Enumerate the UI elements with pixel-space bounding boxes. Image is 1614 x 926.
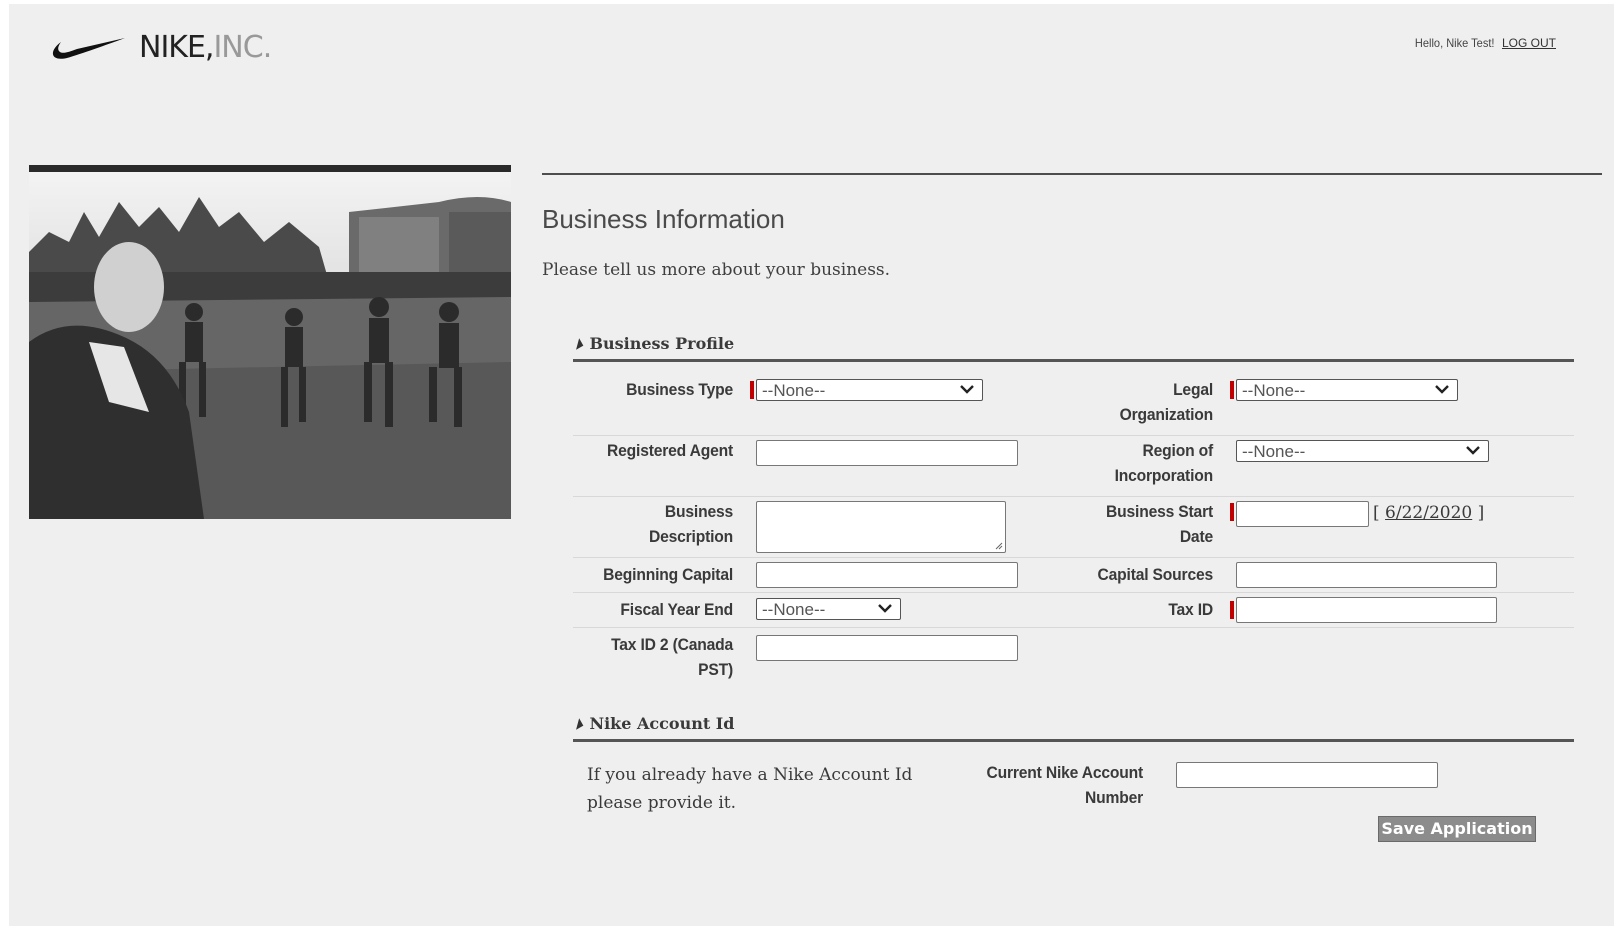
page-background: NIKE,INC. Hello, Nike Test! LOG OUT Busi… (9, 4, 1614, 926)
form-row: Fiscal Year End --None-- Tax ID (573, 593, 1574, 628)
top-divider (542, 173, 1602, 175)
section-divider (573, 739, 1574, 742)
chevron-down-icon (1466, 446, 1480, 455)
current-nike-account-number-label: Current Nike Account Number (986, 763, 1143, 807)
capital-sources-label: Capital Sources (1097, 565, 1214, 584)
form-row: Registered Agent Region of Incorporation… (573, 436, 1574, 497)
today-date-link[interactable]: [ 6/22/2020 ] (1373, 503, 1484, 523)
required-marker (1230, 381, 1234, 399)
logout-link[interactable]: LOG OUT (1502, 36, 1556, 50)
required-marker (1230, 601, 1234, 619)
region-of-incorporation-select[interactable]: --None-- (1236, 440, 1489, 462)
registered-agent-input[interactable] (756, 440, 1018, 466)
brand-name: NIKE,INC. (139, 30, 272, 65)
nike-logo[interactable]: NIKE,INC. (51, 30, 272, 65)
hero-top-bar (29, 165, 511, 172)
beginning-capital-label: Beginning Capital (603, 565, 733, 584)
collapse-triangle-icon[interactable]: ◢ (570, 336, 584, 351)
required-marker (1230, 503, 1234, 521)
section-divider (573, 359, 1574, 362)
tax-id-2-input[interactable] (756, 635, 1018, 661)
resize-grip-icon[interactable] (994, 541, 1003, 550)
form-row: Tax ID 2 (Canada PST) (573, 628, 1574, 688)
swoosh-icon (52, 37, 125, 59)
form-row: Beginning Capital Capital Sources (573, 558, 1574, 593)
registered-agent-label: Registered Agent (607, 441, 733, 460)
section-nike-account-id[interactable]: ◢ Nike Account Id (570, 714, 735, 733)
section-title: Business Profile (589, 334, 735, 353)
greeting: Hello, Nike Test! (1414, 36, 1494, 50)
chevron-down-icon (1435, 385, 1449, 394)
collapse-triangle-icon[interactable]: ◢ (570, 716, 584, 731)
business-type-select[interactable]: --None-- (756, 379, 983, 401)
section-title: Nike Account Id (589, 714, 735, 733)
business-description-textarea[interactable] (756, 501, 1006, 553)
chevron-down-icon (878, 604, 892, 613)
region-of-incorporation-label: Region of Incorporation (1114, 441, 1214, 485)
form-row: Business Type --None-- Legal Organizatio… (573, 375, 1574, 436)
current-nike-account-number-input[interactable] (1176, 762, 1438, 788)
business-type-label: Business Type (626, 380, 733, 399)
tax-id-label: Tax ID (1168, 600, 1213, 619)
user-area: Hello, Nike Test! LOG OUT (1408, 36, 1556, 50)
page-title: Business Information (542, 204, 785, 234)
business-description-label: Business Description (648, 502, 733, 546)
account-id-note: If you already have a Nike Account Id pl… (587, 765, 913, 813)
capital-sources-input[interactable] (1236, 562, 1497, 588)
tax-id-2-label: Tax ID 2 (Canada PST) (611, 635, 733, 679)
save-application-button[interactable]: Save Application (1378, 816, 1536, 842)
legal-organization-label: Legal Organization (1119, 380, 1214, 424)
business-start-date-label: Business Start Date (1106, 502, 1213, 546)
tax-id-input[interactable] (1236, 597, 1497, 623)
hero-photo (29, 172, 511, 519)
fiscal-year-end-select[interactable]: --None-- (756, 598, 901, 620)
beginning-capital-input[interactable] (756, 562, 1018, 588)
chevron-down-icon (960, 385, 974, 394)
required-marker (750, 381, 754, 399)
section-business-profile[interactable]: ◢ Business Profile (570, 334, 735, 353)
form-row: Business Description Business Start Date… (573, 497, 1574, 558)
fiscal-year-end-label: Fiscal Year End (620, 600, 733, 619)
page-subtitle: Please tell us more about your business. (542, 260, 891, 280)
business-start-date-input[interactable] (1236, 501, 1369, 527)
legal-organization-select[interactable]: --None-- (1236, 379, 1458, 401)
